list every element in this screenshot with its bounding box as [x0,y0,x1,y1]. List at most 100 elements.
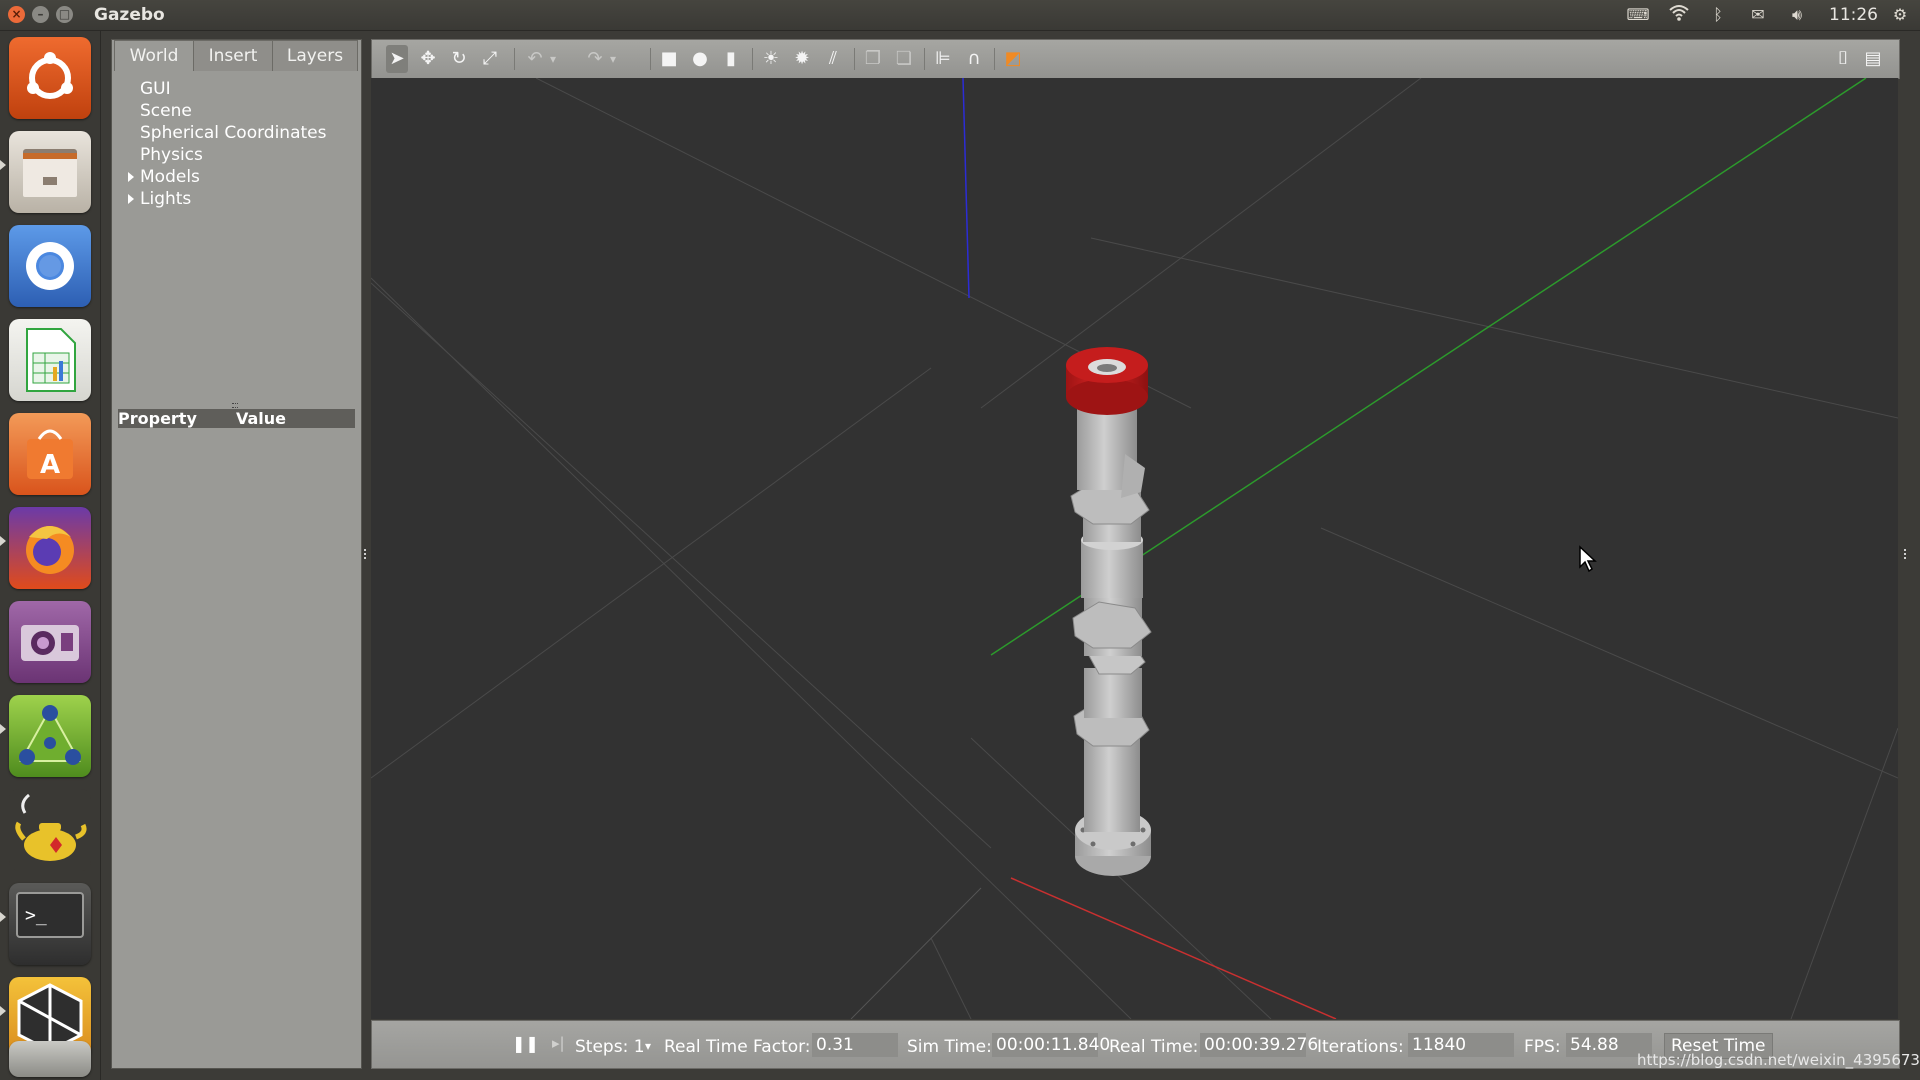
libreoffice-calc-icon[interactable] [9,319,91,401]
iterations-value-field: 11840 [1408,1033,1514,1057]
align-icon[interactable]: ⊫ [932,48,954,70]
expand-arrow-icon[interactable] [128,172,134,182]
fps-label: FPS: [1524,1037,1561,1057]
tab-layers[interactable]: Layers [272,40,358,71]
steps-dropdown-icon[interactable]: ▾ [645,1039,651,1053]
undo-icon[interactable]: ↶ [524,48,546,70]
window-maximize-button[interactable]: □ [56,6,73,23]
chromium-icon[interactable] [9,225,91,307]
x-axis-line [1010,877,1337,1019]
firefox-icon[interactable] [9,507,91,589]
spot-light-icon[interactable]: ✹ [791,48,813,70]
rtf-value-field: 0.31 [812,1033,898,1057]
wifi-icon[interactable] [1667,4,1691,26]
box-shape-icon[interactable]: ■ [658,48,680,70]
toolbar-separator [514,48,515,70]
expand-arrow-icon[interactable] [128,194,134,204]
tree-item-gui[interactable]: GUI [112,78,361,100]
svg-text:>_: >_ [25,905,47,926]
sphere-shape-icon[interactable]: ● [689,48,711,70]
tab-insert[interactable]: Insert [193,40,273,71]
redo-dropdown-icon[interactable]: ▾ [606,48,620,70]
webcam-icon[interactable] [9,601,91,683]
tree-item-label: Lights [140,189,192,209]
window-minimize-button[interactable]: – [32,6,49,23]
mail-icon[interactable]: ✉ [1746,4,1770,26]
volume-icon[interactable]: 🔊︎ [1785,4,1809,26]
tree-item-label: Physics [140,145,203,165]
ubuntu-dash-icon[interactable] [9,37,91,119]
undo-dropdown-icon[interactable]: ▾ [546,48,560,70]
toolbar-separator [924,48,925,70]
toolbar-separator [752,48,753,70]
record-log-icon[interactable]: ▤ [1862,48,1884,70]
paste-icon[interactable]: ❏ [893,48,915,70]
teapot-icon[interactable] [9,789,91,871]
rtf-label: Real Time Factor: [664,1037,811,1057]
copy-icon[interactable]: ❐ [862,48,884,70]
property-table-header: Property Value [118,409,355,428]
tree-item-physics[interactable]: Physics [112,144,361,166]
toolbar-separator [854,48,855,70]
world-tree: GUI Scene Spherical Coordinates Physics … [112,78,361,210]
steps-label[interactable]: Steps: 1 [575,1037,645,1057]
panel-resize-handle[interactable] [232,403,238,408]
world-panel: World Insert Layers GUI Scene Spherical … [111,39,362,1069]
sim-time-value-field: 00:00:11.840 [992,1033,1110,1057]
trash-icon[interactable] [9,1041,91,1077]
tree-item-scene[interactable]: Scene [112,100,361,122]
rotate-mode-icon[interactable]: ↻ [448,48,470,70]
clock[interactable]: 11:26 [1829,5,1878,25]
directional-light-icon[interactable]: ⫽ [822,48,844,70]
scale-mode-icon[interactable]: ⤢ [479,48,501,70]
select-mode-icon[interactable]: ➤ [386,45,408,73]
screenshot-icon[interactable]: ⌷ [1832,48,1854,70]
panel-splitter[interactable] [362,39,370,1067]
iterations-label: Iterations: [1317,1037,1404,1057]
real-time-value-field: 00:00:39.276 [1200,1033,1318,1057]
cylinder-shape-icon[interactable]: ▮ [720,48,742,70]
terminal-icon[interactable]: >_ [9,883,91,965]
point-light-icon[interactable]: ☀ [760,48,782,70]
toolbar: ➤ ✥ ↻ ⤢ ↶ ▾ ↷ ▾ ■ ● ▮ ☀ ✹ ⫽ ❐ ❏ ⊫ ∩ ◩ ⌷ … [371,39,1900,79]
real-time-label: Real Time: [1109,1037,1199,1057]
toolbar-separator [650,48,651,70]
tree-item-spherical-coordinates[interactable]: Spherical Coordinates [112,122,361,144]
software-center-icon[interactable]: A [9,413,91,495]
redo-icon[interactable]: ↷ [584,48,606,70]
toolbar-separator [994,48,995,70]
running-indicator [0,724,6,734]
files-icon[interactable] [9,131,91,213]
tree-item-label: Scene [140,101,192,121]
keyboard-icon[interactable]: ⌨ [1626,4,1650,26]
value-column-header[interactable]: Value [236,409,286,428]
settings-gear-icon[interactable]: ⚙ [1888,4,1912,26]
tree-item-lights[interactable]: Lights [112,188,361,210]
z-axis-line [962,78,970,299]
robot-arm-model [1066,347,1152,876]
ros-icon[interactable] [9,695,91,777]
tab-world[interactable]: World [114,40,194,71]
right-panel-grip[interactable] [1904,549,1908,559]
pause-button[interactable]: ❚❚ [512,1034,539,1053]
tree-item-models[interactable]: Models [112,166,361,188]
view-angle-icon[interactable]: ◩ [1002,48,1024,70]
snap-icon[interactable]: ∩ [963,48,985,70]
splitter-grip [364,549,368,559]
tree-item-label: Models [140,167,200,187]
scene-render [371,78,1898,1019]
watermark-text: https://blog.csdn.net/weixin_43956732 [1637,1051,1920,1069]
mouse-cursor-icon [1579,545,1597,573]
running-indicator [0,912,6,922]
scene-viewport[interactable] [371,78,1898,1019]
step-button[interactable]: ▸| [552,1034,565,1052]
translate-mode-icon[interactable]: ✥ [417,48,439,70]
running-indicator [0,536,6,546]
app-title: Gazebo [94,5,165,25]
bluetooth-icon[interactable]: ᛒ [1706,4,1730,26]
svg-text:A: A [40,450,60,480]
property-column-header[interactable]: Property [118,409,197,428]
tree-item-label: Spherical Coordinates [140,123,327,143]
window-close-button[interactable]: × [8,6,25,23]
top-panel: × – □ Gazebo ⌨ ᛒ ✉ 🔊︎ 11:26 ⚙ [0,0,1920,31]
